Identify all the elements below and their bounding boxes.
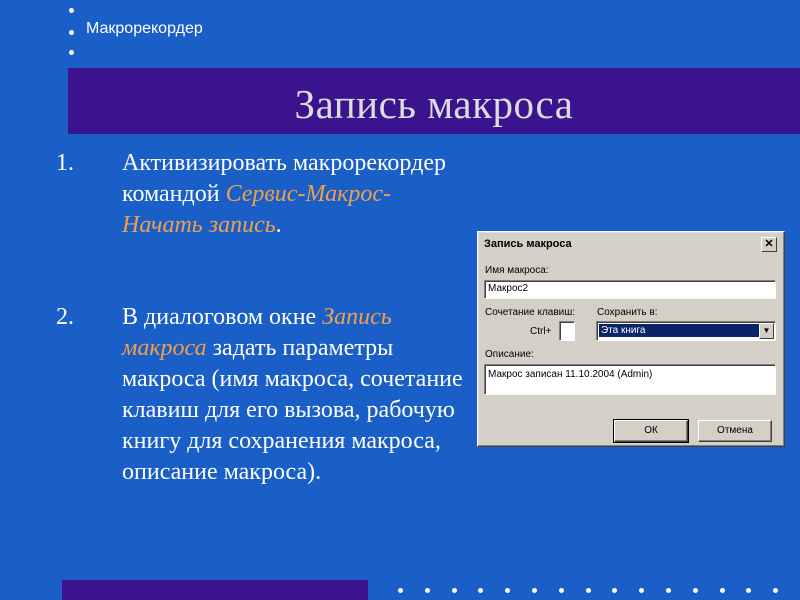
save-in-label: Сохранить в: — [597, 307, 658, 318]
decorative-dot — [585, 588, 591, 593]
decorative-dot — [505, 588, 511, 593]
header-label: Макрорекордер — [86, 20, 203, 37]
list-number: 2. — [56, 304, 74, 330]
decorative-dot — [692, 588, 698, 593]
decorative-dot — [666, 588, 671, 593]
decorative-dot — [639, 588, 645, 593]
macro-name-input[interactable]: Макрос2 — [484, 280, 776, 299]
decorative-dot — [746, 588, 752, 593]
dialog-titlebar: Запись макроса ✕ — [481, 235, 779, 253]
decorative-dot — [424, 588, 430, 593]
save-in-select[interactable]: Эта книга ▼ — [596, 321, 776, 341]
dialog-title: Запись макроса — [484, 238, 572, 250]
decorative-dot — [558, 588, 564, 593]
description-input[interactable]: Макрос записан 11.10.2004 (Admin) — [484, 364, 776, 395]
decorative-dot — [532, 588, 537, 593]
bottom-bar — [62, 580, 368, 600]
title-bar: Запись макроса — [68, 68, 800, 134]
save-in-selected-value: Эта книга — [599, 324, 759, 337]
record-macro-dialog: Запись макроса ✕ Имя макроса: Макрос2 Со… — [477, 231, 785, 447]
slide-title: Запись макроса — [294, 81, 574, 127]
decorative-dot — [612, 588, 618, 593]
list-text: Активизировать макрорекордер командой Се… — [122, 150, 446, 238]
ok-button[interactable]: ОК — [613, 419, 689, 443]
description-label: Описание: — [485, 349, 534, 360]
decorative-dot — [398, 588, 403, 593]
shortcut-key-input[interactable] — [559, 321, 575, 341]
shortcut-label: Сочетание клавиш: — [485, 307, 576, 318]
chevron-down-icon[interactable]: ▼ — [759, 323, 774, 339]
decorative-dot — [451, 588, 457, 593]
ctrl-label: Ctrl+ — [530, 326, 552, 337]
decorative-dot — [773, 588, 779, 593]
list-text: В диалоговом окне Запись макроса задать … — [122, 304, 463, 485]
close-icon[interactable]: ✕ — [761, 237, 777, 252]
cancel-button[interactable]: Отмена — [698, 420, 772, 442]
macro-name-label: Имя макроса: — [485, 265, 549, 276]
decorative-dot — [478, 588, 484, 593]
list-number: 1. — [56, 150, 74, 176]
decorative-dot — [719, 588, 725, 593]
